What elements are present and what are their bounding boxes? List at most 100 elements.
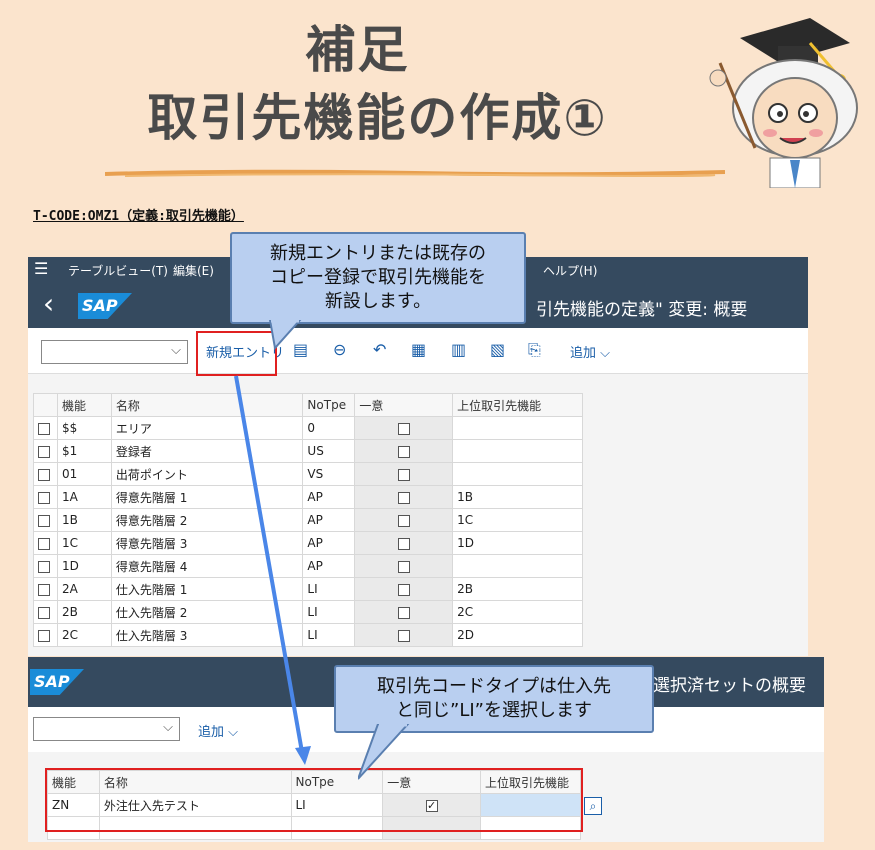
table-row[interactable]: 01 出荷ポイント VS [33,462,583,486]
cell-parent[interactable]: 1D [452,531,583,555]
unique-checkbox[interactable] [397,606,410,619]
cell-name[interactable]: 仕入先階層 3 [110,623,304,647]
unique-checkbox[interactable] [397,629,410,642]
add-menu-button-2[interactable]: 追加 ⌵ [198,721,238,740]
variant-dropdown[interactable]: ⌵ [41,340,188,364]
unique-checkbox[interactable] [397,445,410,458]
cell-type[interactable]: LI [302,577,356,601]
deselect-icon[interactable]: ▧ [490,340,505,359]
cell-parent[interactable] [452,554,583,578]
cell-parent[interactable] [452,439,583,463]
unique-checkbox[interactable] [397,537,410,550]
cell-code: $1 [56,439,112,463]
function-table: 機能 名称 NoTpe 一意 上位取引先機能 $$ エリア 0 $1 登録者 US 01… [33,393,583,647]
col-header-parent: 上位取引先機能 [452,393,583,417]
table-row[interactable]: 2C 仕入先階層 3 LI 2D [33,623,583,647]
select-col-header [33,393,58,417]
cell-parent[interactable] [452,416,583,440]
back-icon[interactable]: ‹ [43,287,54,320]
cell-type[interactable]: LI [302,623,356,647]
row-select-checkbox[interactable] [38,422,50,435]
cell-name[interactable]: 得意先階層 2 [110,508,304,532]
unique-checkbox[interactable] [397,468,410,481]
value-help-icon[interactable]: ⌕ [584,797,602,815]
cell-type[interactable]: AP [302,554,356,578]
unique-checkbox[interactable] [397,422,410,435]
row-select-checkbox[interactable] [38,629,50,642]
row-select-checkbox[interactable] [38,537,50,550]
cell-parent[interactable] [452,462,583,486]
row-select-checkbox[interactable] [38,445,50,458]
cell-type[interactable]: 0 [302,416,356,440]
table-row[interactable]: 1C 得意先階層 3 AP 1D [33,531,583,555]
title-underline [105,169,725,177]
export-icon[interactable]: ⎘ [528,340,541,360]
cell-code: 2B [56,600,112,624]
callout2-tail [358,724,410,780]
page-title-line1: 補足 [305,21,410,79]
select-block-icon[interactable]: ▥ [451,340,466,359]
table-row[interactable]: 1B 得意先階層 2 AP 1C [33,508,583,532]
unique-checkbox[interactable] [397,583,410,596]
callout1-line3: 新設します。 [324,291,432,312]
cell-parent[interactable]: 1B [452,485,583,509]
add-menu-label-2: 追加 [198,725,225,740]
table-row[interactable]: $1 登録者 US [33,439,583,463]
cell-name[interactable]: 仕入先階層 1 [110,577,304,601]
add-menu-button[interactable]: 追加 ⌵ [570,342,610,361]
cell-type[interactable]: AP [302,531,356,555]
row-select-checkbox[interactable] [38,560,50,573]
cell-type[interactable]: VS [302,462,356,486]
row-select-checkbox[interactable] [38,468,50,481]
cell-name[interactable]: 仕入先階層 2 [110,600,304,624]
hamburger-icon[interactable]: ☰ [34,259,48,278]
undo-icon[interactable]: ↶ [373,340,386,359]
select-all-icon[interactable]: ▦ [411,340,426,359]
cell-parent[interactable]: 2C [452,600,583,624]
unique-checkbox[interactable] [397,560,410,573]
callout-new-entry: 新規エントリまたは既存の コピー登録で取引先機能を 新設します。 [230,232,526,324]
cell-code: 2C [56,623,112,647]
cell-parent[interactable]: 1C [452,508,583,532]
menu-edit[interactable]: 編集(E) [173,262,214,279]
row-select-checkbox[interactable] [38,606,50,619]
cell-name[interactable]: 得意先階層 4 [110,554,304,578]
callout-code-type: 取引先コードタイプは仕入先 と同じ”LI”を選択します [334,665,654,733]
row-select-checkbox[interactable] [38,583,50,596]
sap-logo: SAP [78,293,132,319]
cell-code: 1A [56,485,112,509]
table-row[interactable]: 2A 仕入先階層 1 LI 2B [33,577,583,601]
table-row[interactable]: $$ エリア 0 [33,416,583,440]
tcode-label: T-CODE:OMZ1（定義:取引先機能） [33,209,244,224]
table-row[interactable]: 1D 得意先階層 4 AP [33,554,583,578]
cell-name[interactable]: 出荷ポイント [110,462,304,486]
unique-checkbox[interactable] [397,514,410,527]
cell-type[interactable]: AP [302,485,356,509]
col-header-type: NoTpe [302,393,356,417]
cell-name[interactable]: 得意先階層 3 [110,531,304,555]
cell-name[interactable]: 得意先階層 1 [110,485,304,509]
cell-parent[interactable]: 2D [452,623,583,647]
menu-help[interactable]: ヘルプ(H) [543,262,597,279]
cell-name[interactable]: 登録者 [110,439,304,463]
menu-table-view[interactable]: テーブルビュー(T) [68,262,168,279]
cell-type[interactable]: LI [302,600,356,624]
window-title-2: 選択済セットの概要 [653,676,806,696]
variant-dropdown-2[interactable]: ⌵ [33,717,180,741]
cell-type[interactable]: US [302,439,356,463]
minus-circle-icon[interactable]: ⊖ [333,340,346,359]
callout2-line1: 取引先コードタイプは仕入先 [377,676,611,697]
cell-parent[interactable]: 2B [452,577,583,601]
unique-checkbox[interactable] [397,491,410,504]
toolbar: ⌵ 新規エントリ ▤ ⊖ ↶ ▦ ▥ ▧ ⎘ 追加 ⌵ [28,328,808,374]
col-header-function: 機能 [56,393,112,417]
table-row[interactable]: 1A 得意先階層 1 AP 1B [33,485,583,509]
table-row[interactable]: 2B 仕入先階層 2 LI 2C [33,600,583,624]
row-select-checkbox[interactable] [38,491,50,504]
row-select-checkbox[interactable] [38,514,50,527]
cell-type[interactable]: AP [302,508,356,532]
cell-name[interactable]: エリア [110,416,304,440]
col-header-unique: 一意 [354,393,454,417]
callout2-line2: と同じ”LI”を選択します [396,700,592,721]
page-title-line2: 取引先機能の作成① [147,89,608,147]
